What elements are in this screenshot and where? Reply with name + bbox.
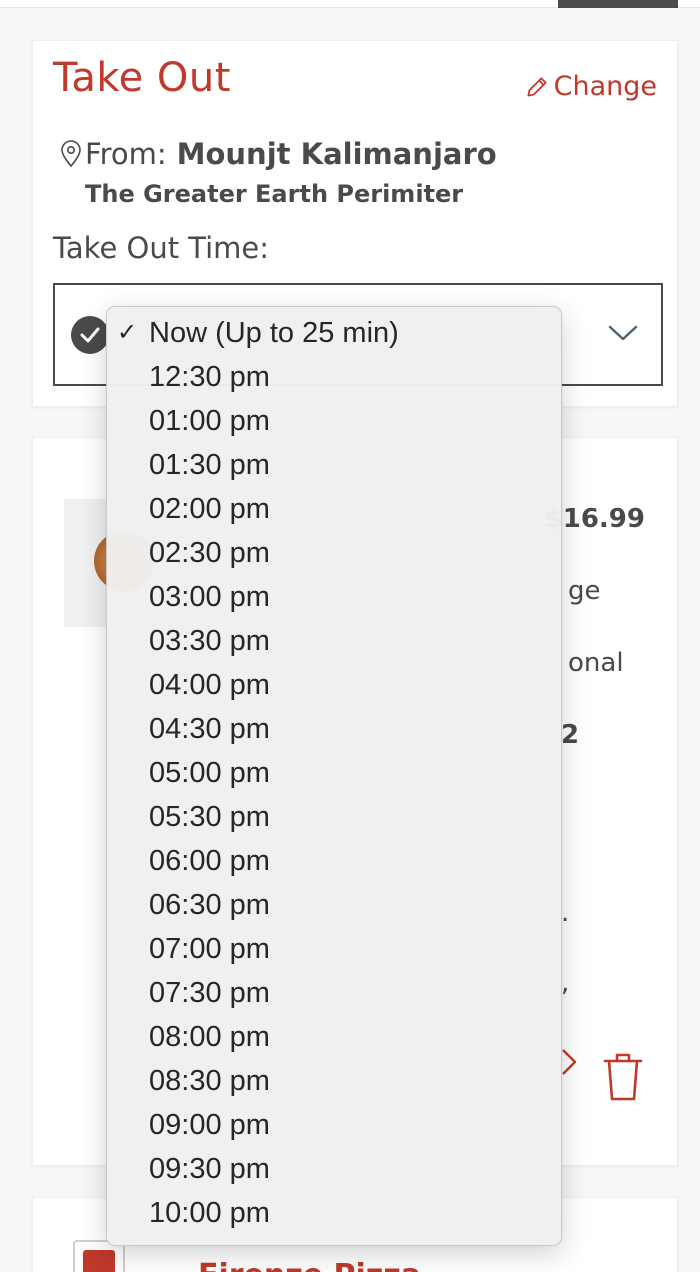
- page-title: Take Out: [53, 55, 231, 101]
- change-button[interactable]: Change: [524, 71, 657, 102]
- dropdown-option-label: 03:30 pm: [149, 625, 270, 657]
- checkmark-icon: ✓: [117, 319, 138, 346]
- dropdown-option[interactable]: 09:30 pm: [107, 1147, 561, 1191]
- top-bar-tab[interactable]: [558, 0, 678, 8]
- dropdown-option[interactable]: 02:00 pm: [107, 487, 561, 531]
- dropdown-option[interactable]: 09:00 pm: [107, 1103, 561, 1147]
- top-bar: [0, 0, 700, 8]
- dropdown-option[interactable]: 07:00 pm: [107, 927, 561, 971]
- dropdown-option[interactable]: 04:00 pm: [107, 663, 561, 707]
- dropdown-option[interactable]: 07:30 pm: [107, 971, 561, 1015]
- dropdown-option-label: 01:00 pm: [149, 405, 270, 437]
- takeout-time-label: Take Out Time:: [53, 231, 270, 265]
- dropdown-option-label: Now (Up to 25 min): [149, 317, 399, 349]
- chevron-down-icon: [608, 325, 638, 341]
- dropdown-option-label: 04:30 pm: [149, 713, 270, 745]
- item-text-fragment: 2: [561, 720, 580, 750]
- from-label: From:: [85, 137, 167, 171]
- dropdown-option[interactable]: 01:00 pm: [107, 399, 561, 443]
- dropdown-option-label: 05:30 pm: [149, 801, 270, 833]
- dropdown-option-label: 04:00 pm: [149, 669, 270, 701]
- dropdown-option[interactable]: 06:30 pm: [107, 883, 561, 927]
- dropdown-option[interactable]: 02:30 pm: [107, 531, 561, 575]
- dropdown-option[interactable]: 08:00 pm: [107, 1015, 561, 1059]
- item-text-fragment: ge: [568, 576, 601, 606]
- dropdown-option[interactable]: 05:30 pm: [107, 795, 561, 839]
- dropdown-option[interactable]: 10:00 pm: [107, 1191, 561, 1235]
- restaurant-name: Mounjt Kalimanjaro: [176, 137, 497, 171]
- dropdown-option[interactable]: 04:30 pm: [107, 707, 561, 751]
- dropdown-option-label: 08:00 pm: [149, 1021, 270, 1053]
- trash-icon[interactable]: [601, 1051, 645, 1103]
- restaurant-address: The Greater Earth Perimiter: [85, 180, 464, 208]
- dropdown-option-label: 09:00 pm: [149, 1109, 270, 1141]
- pencil-icon: [527, 76, 547, 97]
- dropdown-option-label: 02:00 pm: [149, 493, 270, 525]
- item-text-fragment: ,: [561, 968, 570, 998]
- dropdown-option-label: 12:30 pm: [149, 361, 270, 393]
- dropdown-option-label: 05:00 pm: [149, 757, 270, 789]
- map-pin-icon: [61, 140, 81, 168]
- item-title: Firenze Pizza: [198, 1258, 421, 1272]
- dropdown-option-label: 01:30 pm: [149, 449, 270, 481]
- item-text-fragment: onal: [568, 648, 624, 678]
- dropdown-option-label: 09:30 pm: [149, 1153, 270, 1185]
- dropdown-option[interactable]: 03:30 pm: [107, 619, 561, 663]
- dropdown-option-label: 08:30 pm: [149, 1065, 270, 1097]
- dropdown-option[interactable]: 08:30 pm: [107, 1059, 561, 1103]
- dropdown-option-label: 06:00 pm: [149, 845, 270, 877]
- dropdown-option-label: 03:00 pm: [149, 581, 270, 613]
- dropdown-options: ✓ Now (Up to 25 min) 12:30 pm 01:00 pm 01:30…: [107, 311, 561, 1235]
- takeout-time-dropdown[interactable]: ✓ Now (Up to 25 min) 12:30 pm 01:00 pm 01:30…: [106, 306, 562, 1246]
- dropdown-option[interactable]: 05:00 pm: [107, 751, 561, 795]
- change-label: Change: [553, 71, 657, 102]
- dropdown-option-label: 07:00 pm: [149, 933, 270, 965]
- dropdown-option-label: 06:30 pm: [149, 889, 270, 921]
- from-row: From: Mounjt Kalimanjaro: [59, 137, 497, 171]
- dropdown-option[interactable]: 12:30 pm: [107, 355, 561, 399]
- checkbox-fill: [83, 1250, 115, 1272]
- dropdown-option-label: 10:00 pm: [149, 1197, 270, 1229]
- dropdown-option[interactable]: 01:30 pm: [107, 443, 561, 487]
- dropdown-option-label: 02:30 pm: [149, 537, 270, 569]
- dropdown-option[interactable]: 06:00 pm: [107, 839, 561, 883]
- dropdown-option[interactable]: ✓ Now (Up to 25 min): [107, 311, 561, 355]
- item-text-fragment: .: [561, 898, 570, 928]
- dropdown-option-label: 07:30 pm: [149, 977, 270, 1009]
- dropdown-option[interactable]: 03:00 pm: [107, 575, 561, 619]
- check-circle-icon: [71, 316, 109, 354]
